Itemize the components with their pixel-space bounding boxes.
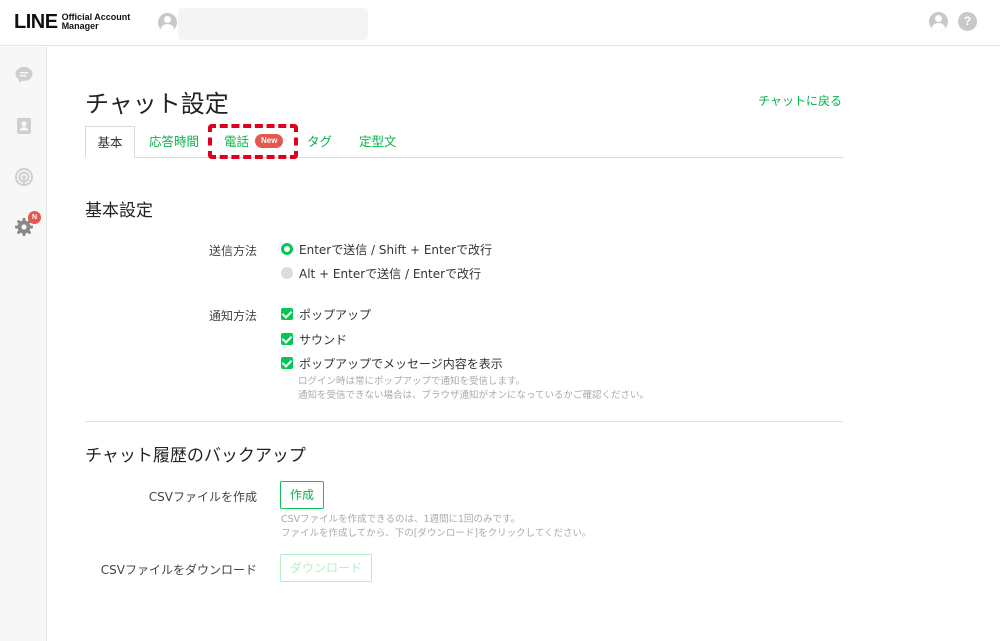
send-option-enter[interactable]: Enterで送信 / Shift + Enterで改行	[281, 241, 492, 257]
tab-basic[interactable]: 基本	[85, 126, 135, 158]
account-name-blurred[interactable]	[178, 8, 368, 40]
logo-subtitle: Official Account Manager	[61, 12, 131, 31]
highlight-box	[208, 124, 298, 159]
user-avatar[interactable]	[929, 12, 948, 31]
notify-sound-label: サウンド	[299, 332, 348, 347]
chat-icon[interactable]	[14, 65, 34, 85]
notify-method-label: 通知方法	[208, 309, 257, 323]
page-title: チャット設定	[85, 90, 229, 118]
radio-unselected[interactable]	[281, 267, 293, 279]
notify-preview-label: ポップアップでメッセージ内容を表示	[299, 356, 503, 371]
section-divider	[85, 421, 843, 422]
line-logo[interactable]: LINE Official Account Manager	[14, 12, 130, 32]
tab-bar: 基本 応答時間 電話 New タグ 定型文	[85, 126, 843, 158]
contacts-icon[interactable]	[14, 116, 34, 136]
create-csv-label: CSVファイルを作成	[148, 490, 257, 504]
notify-sound-option[interactable]: サウンド	[281, 331, 347, 347]
download-csv-label: CSVファイルをダウンロード	[100, 563, 257, 577]
send-option-alt-enter[interactable]: Alt + Enterで送信 / Enterで改行	[281, 265, 481, 281]
notify-preview-option[interactable]: ポップアップでメッセージ内容を表示	[281, 355, 503, 371]
settings-badge: N	[28, 211, 41, 224]
tab-response-hours[interactable]: 応答時間	[149, 126, 199, 158]
send-method-label: 送信方法	[208, 244, 257, 258]
notify-popup-option[interactable]: ポップアップ	[281, 306, 371, 322]
help-icon[interactable]: ?	[958, 12, 977, 31]
checkbox-popup[interactable]	[281, 308, 293, 320]
send-option-enter-label: Enterで送信 / Shift + Enterで改行	[299, 242, 493, 257]
tab-tags[interactable]: タグ	[307, 126, 332, 158]
top-bar: LINE Official Account Manager ?	[0, 0, 1000, 46]
basic-settings-title: 基本設定	[85, 201, 153, 221]
radio-selected[interactable]	[281, 243, 293, 255]
sidebar: N	[0, 47, 47, 641]
send-option-alt-enter-label: Alt + Enterで送信 / Enterで改行	[299, 266, 482, 281]
notify-note: ログイン時は常にポップアップで通知を受信します。 通知を受信できない場合は、ブラ…	[298, 376, 650, 401]
download-csv-button[interactable]: ダウンロード	[280, 554, 372, 582]
logo-text: LINE	[14, 11, 58, 33]
notify-popup-label: ポップアップ	[299, 307, 372, 322]
create-csv-button[interactable]: 作成	[280, 481, 324, 509]
checkbox-preview[interactable]	[281, 357, 293, 369]
tab-canned-replies[interactable]: 定型文	[359, 126, 397, 158]
broadcast-icon[interactable]	[14, 167, 34, 187]
back-to-chat-link[interactable]: チャットに戻る	[758, 92, 842, 109]
csv-note: CSVファイルを作成できるのは、1週間に1回のみです。 ファイルを作成してから、…	[281, 514, 592, 539]
checkbox-sound[interactable]	[281, 333, 293, 345]
account-avatar[interactable]	[158, 13, 177, 32]
backup-title: チャット履歴のバックアップ	[85, 446, 306, 466]
